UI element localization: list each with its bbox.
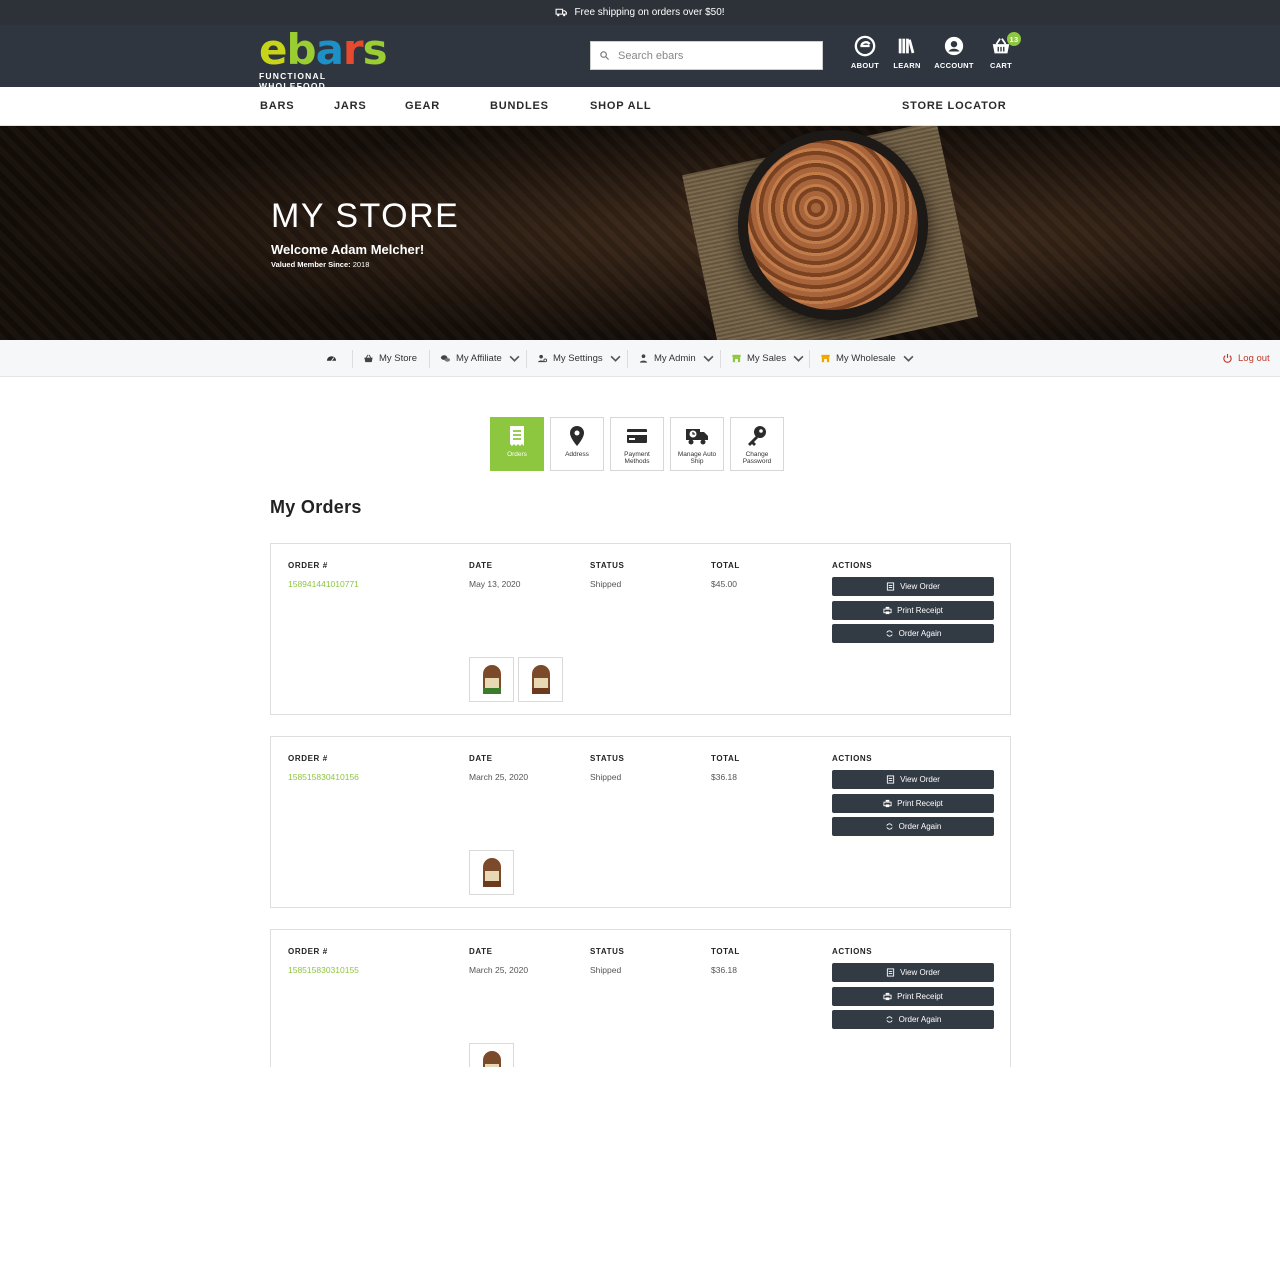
order-number-header: ORDER # <box>288 561 328 570</box>
order-status-header: STATUS <box>590 947 625 956</box>
order-total: $36.18 <box>711 965 737 975</box>
print-receipt-label: Print Receipt <box>897 606 943 615</box>
order-total: $36.18 <box>711 772 737 782</box>
order-status-header: STATUS <box>590 561 625 570</box>
order-card: ORDER # DATE STATUS TOTAL ACTIONS 158515… <box>270 929 1011 1067</box>
product-thumbnail[interactable] <box>469 657 514 702</box>
view-order-button[interactable]: View Order <box>832 577 994 596</box>
order-status-header: STATUS <box>590 754 625 763</box>
order-date-header: DATE <box>469 947 493 956</box>
view-order-button[interactable]: View Order <box>832 963 994 982</box>
order-status: Shipped <box>590 965 622 975</box>
order-number-header: ORDER # <box>288 754 328 763</box>
bar-box-image <box>482 857 501 887</box>
order-number-link[interactable]: 158941441010771 <box>288 579 359 589</box>
order-status: Shipped <box>590 579 622 589</box>
bar-box-image <box>482 1050 501 1067</box>
order-actions-header: ACTIONS <box>832 947 873 956</box>
view-order-label: View Order <box>900 775 940 784</box>
order-date-header: DATE <box>469 561 493 570</box>
order-date: May 13, 2020 <box>469 579 521 589</box>
view-order-label: View Order <box>900 582 940 591</box>
order-total: $45.00 <box>711 579 737 589</box>
order-again-label: Order Again <box>898 822 942 831</box>
order-number-header: ORDER # <box>288 947 328 956</box>
orders-list: ORDER # DATE STATUS TOTAL ACTIONS 158941… <box>0 0 1280 1067</box>
product-thumbnail[interactable] <box>518 657 563 702</box>
order-card: ORDER # DATE STATUS TOTAL ACTIONS 158515… <box>270 736 1011 908</box>
repeat-icon <box>886 1016 893 1023</box>
printer-icon <box>883 799 892 808</box>
order-again-label: Order Again <box>898 629 942 638</box>
order-actions-header: ACTIONS <box>832 561 873 570</box>
order-actions-header: ACTIONS <box>832 754 873 763</box>
order-total-header: TOTAL <box>711 754 740 763</box>
repeat-icon <box>886 823 893 830</box>
order-date: March 25, 2020 <box>469 772 529 782</box>
repeat-icon <box>886 630 893 637</box>
product-thumbnail[interactable] <box>469 850 514 895</box>
print-receipt-label: Print Receipt <box>897 799 943 808</box>
product-thumbnail[interactable] <box>469 1043 514 1067</box>
order-status: Shipped <box>590 772 622 782</box>
document-icon <box>886 582 895 591</box>
print-receipt-button[interactable]: Print Receipt <box>832 987 994 1006</box>
view-order-button[interactable]: View Order <box>832 770 994 789</box>
view-order-label: View Order <box>900 968 940 977</box>
order-again-button[interactable]: Order Again <box>832 1010 994 1029</box>
order-again-button[interactable]: Order Again <box>832 817 994 836</box>
print-receipt-button[interactable]: Print Receipt <box>832 601 994 620</box>
order-card: ORDER # DATE STATUS TOTAL ACTIONS 158941… <box>270 543 1011 715</box>
order-number-link[interactable]: 158515830410156 <box>288 772 359 782</box>
bar-box-image <box>531 664 550 694</box>
order-date: March 25, 2020 <box>469 965 529 975</box>
bar-box-image <box>482 664 501 694</box>
order-again-label: Order Again <box>898 1015 942 1024</box>
order-date-header: DATE <box>469 754 493 763</box>
order-number-link[interactable]: 158515830310155 <box>288 965 359 975</box>
order-again-button[interactable]: Order Again <box>832 624 994 643</box>
order-total-header: TOTAL <box>711 561 740 570</box>
print-receipt-label: Print Receipt <box>897 992 943 1001</box>
printer-icon <box>883 606 892 615</box>
document-icon <box>886 775 895 784</box>
order-total-header: TOTAL <box>711 947 740 956</box>
printer-icon <box>883 992 892 1001</box>
document-icon <box>886 968 895 977</box>
print-receipt-button[interactable]: Print Receipt <box>832 794 994 813</box>
